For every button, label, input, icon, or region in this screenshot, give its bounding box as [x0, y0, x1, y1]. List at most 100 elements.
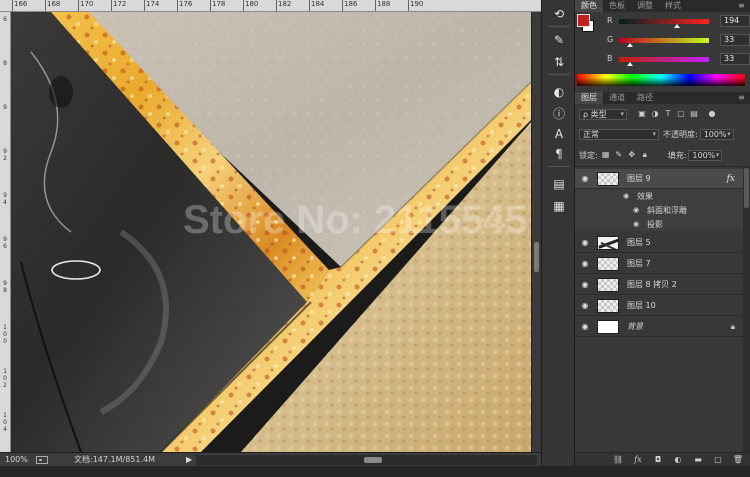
- filter-type-icon[interactable]: T: [663, 109, 673, 119]
- ruler-tick-label: 166: [11, 0, 28, 11]
- layer-thumbnail: [597, 171, 619, 186]
- horizontal-scroll-thumb[interactable]: [364, 456, 382, 463]
- clone-source-icon[interactable]: ⇅: [550, 54, 568, 70]
- layer-thumbnail: [597, 256, 619, 271]
- layer-name[interactable]: 图层 10: [627, 300, 656, 311]
- visibility-eye-icon[interactable]: ◉: [623, 192, 633, 200]
- filter-toggle-icon[interactable]: ●: [707, 109, 717, 119]
- effects-header-row[interactable]: ◉ 效果: [575, 189, 743, 203]
- layer-row[interactable]: ◉ 图层 7: [575, 254, 743, 274]
- document-canvas[interactable]: Store No: 2115545: [11, 12, 531, 452]
- navigator-icon[interactable]: [36, 455, 48, 464]
- vertical-scroll-thumb[interactable]: [534, 242, 539, 272]
- paragraph-icon[interactable]: ¶: [550, 146, 568, 162]
- lock-pixels-icon[interactable]: ✎: [614, 150, 624, 160]
- visibility-eye-icon[interactable]: ◉: [575, 238, 595, 247]
- visibility-eye-icon[interactable]: ◉: [575, 280, 595, 289]
- layer-name[interactable]: 图层 8 拷贝 2: [627, 279, 677, 290]
- layers-scroll-thumb[interactable]: [744, 168, 749, 208]
- filter-smart-object-icon[interactable]: ▤: [689, 109, 699, 119]
- layer-row[interactable]: ◉ 图层 9 fx: [575, 169, 743, 189]
- filter-shape-icon[interactable]: ▢: [676, 109, 686, 119]
- history-icon[interactable]: ⟲: [550, 6, 568, 22]
- ruler-tick-label: 9 4: [3, 192, 7, 206]
- adjust-icon[interactable]: ◐: [550, 84, 568, 100]
- visibility-eye-icon[interactable]: ◉: [633, 220, 643, 228]
- blend-opacity-row: 正常 不透明度: 100%: [575, 127, 750, 141]
- tab-styles[interactable]: 样式: [659, 0, 687, 12]
- delete-layer-icon[interactable]: 🗑︎: [732, 455, 744, 464]
- panel-menu-icon[interactable]: ≡: [738, 92, 750, 104]
- vertical-scrollbar[interactable]: [531, 12, 541, 452]
- marble-dark-spot: [49, 76, 73, 108]
- effect-item-row[interactable]: ◉ 斜面和浮雕: [575, 203, 743, 217]
- fill-field[interactable]: 100%: [688, 149, 723, 161]
- lock-position-icon[interactable]: ✥: [627, 150, 637, 160]
- color-spectrum-bar[interactable]: [577, 74, 745, 86]
- tab-paths[interactable]: 路径: [631, 92, 659, 104]
- new-group-icon[interactable]: ▬: [692, 455, 704, 464]
- play-arrow-icon[interactable]: ▶: [186, 455, 196, 464]
- tab-swatches[interactable]: 色板: [603, 0, 631, 12]
- blend-mode-dropdown[interactable]: 正常: [579, 128, 659, 140]
- link-layers-icon[interactable]: ⛓: [612, 455, 624, 464]
- strip-separator: [548, 26, 570, 27]
- layer-row[interactable]: ◉ 图层 8 拷贝 2: [575, 275, 743, 295]
- horizontal-scrollbar[interactable]: [196, 454, 537, 465]
- ruler-tick-label: 188: [374, 0, 391, 11]
- new-layer-icon[interactable]: ▢: [712, 455, 724, 464]
- layer-name[interactable]: 图层 9: [627, 173, 651, 184]
- opacity-field[interactable]: 100%: [699, 128, 734, 140]
- foreground-color-swatch[interactable]: [577, 14, 590, 27]
- green-value-field[interactable]: 33: [720, 34, 750, 46]
- red-value-field[interactable]: 194: [720, 15, 750, 27]
- tab-layers[interactable]: 图层: [575, 92, 603, 104]
- vertical-ruler[interactable]: 6 8 9 9 2 9 4 9 6 9 8 1 0 0 1 0 2 1 0 4: [0, 12, 11, 452]
- tab-channels[interactable]: 通道: [603, 92, 631, 104]
- lock-all-icon[interactable]: 🔒︎: [640, 150, 650, 160]
- red-slider-knob[interactable]: [674, 24, 680, 28]
- panel-icon-strip: ⟲ ✎ ⇅ ◐ ⓘ A ¶ ▤ ▦: [541, 0, 575, 466]
- panel-menu-icon[interactable]: ≡: [738, 0, 750, 12]
- layer-name[interactable]: 图层 7: [627, 258, 651, 269]
- add-mask-icon[interactable]: ◘: [652, 455, 664, 464]
- lock-transparent-icon[interactable]: ▦: [601, 150, 611, 160]
- visibility-eye-icon[interactable]: ◉: [575, 301, 595, 310]
- layer-name[interactable]: 图层 5: [627, 237, 651, 248]
- visibility-eye-icon[interactable]: ◉: [575, 259, 595, 268]
- info-icon[interactable]: ⓘ: [550, 106, 568, 122]
- green-label: G: [607, 35, 614, 44]
- layer-row[interactable]: ◉ 背景 🔒︎: [575, 317, 743, 337]
- filter-image-icon[interactable]: ▣: [637, 109, 647, 119]
- horizontal-ruler[interactable]: 166 168 170 172 174 176 178 180 182 184 186 188 190: [0, 0, 541, 12]
- green-slider-knob[interactable]: [627, 43, 633, 47]
- tab-adjustments[interactable]: 调整: [631, 0, 659, 12]
- layer-row[interactable]: ◉ 图层 5: [575, 233, 743, 253]
- type-character-icon[interactable]: A: [550, 126, 568, 142]
- zoom-level[interactable]: 100%: [0, 455, 28, 464]
- layer-comps-icon[interactable]: ▤: [550, 176, 568, 192]
- new-adjustment-layer-icon[interactable]: ◐: [672, 455, 684, 464]
- blue-value-field[interactable]: 33: [720, 53, 750, 65]
- tab-color[interactable]: 颜色: [575, 0, 603, 12]
- effect-item-row[interactable]: ◉ 投影: [575, 217, 743, 231]
- red-label: R: [607, 16, 613, 25]
- add-style-icon[interactable]: fx: [632, 455, 644, 464]
- layer-row[interactable]: ◉ 图层 10: [575, 296, 743, 316]
- red-slider[interactable]: [619, 19, 709, 24]
- visibility-eye-icon[interactable]: ◉: [575, 322, 595, 331]
- strip-separator: [548, 74, 570, 75]
- layer-name[interactable]: 背景: [627, 321, 643, 332]
- filter-kind-dropdown[interactable]: ρ 类型: [579, 108, 627, 120]
- ruler-tick-label: 176: [176, 0, 193, 11]
- notes-icon[interactable]: ▦: [550, 198, 568, 214]
- layers-scrollbar[interactable]: [743, 166, 750, 452]
- blue-slider-knob[interactable]: [627, 62, 633, 66]
- fx-icon[interactable]: fx: [727, 174, 735, 184]
- layers-panel-tabs: 图层 通道 路径 ≡: [575, 92, 750, 104]
- visibility-eye-icon[interactable]: ◉: [575, 174, 595, 183]
- visibility-eye-icon[interactable]: ◉: [633, 206, 643, 214]
- filter-adjustment-icon[interactable]: ◑: [650, 109, 660, 119]
- brush-preset-icon[interactable]: ✎: [550, 32, 568, 48]
- ruler-tick-label: 6: [3, 16, 7, 23]
